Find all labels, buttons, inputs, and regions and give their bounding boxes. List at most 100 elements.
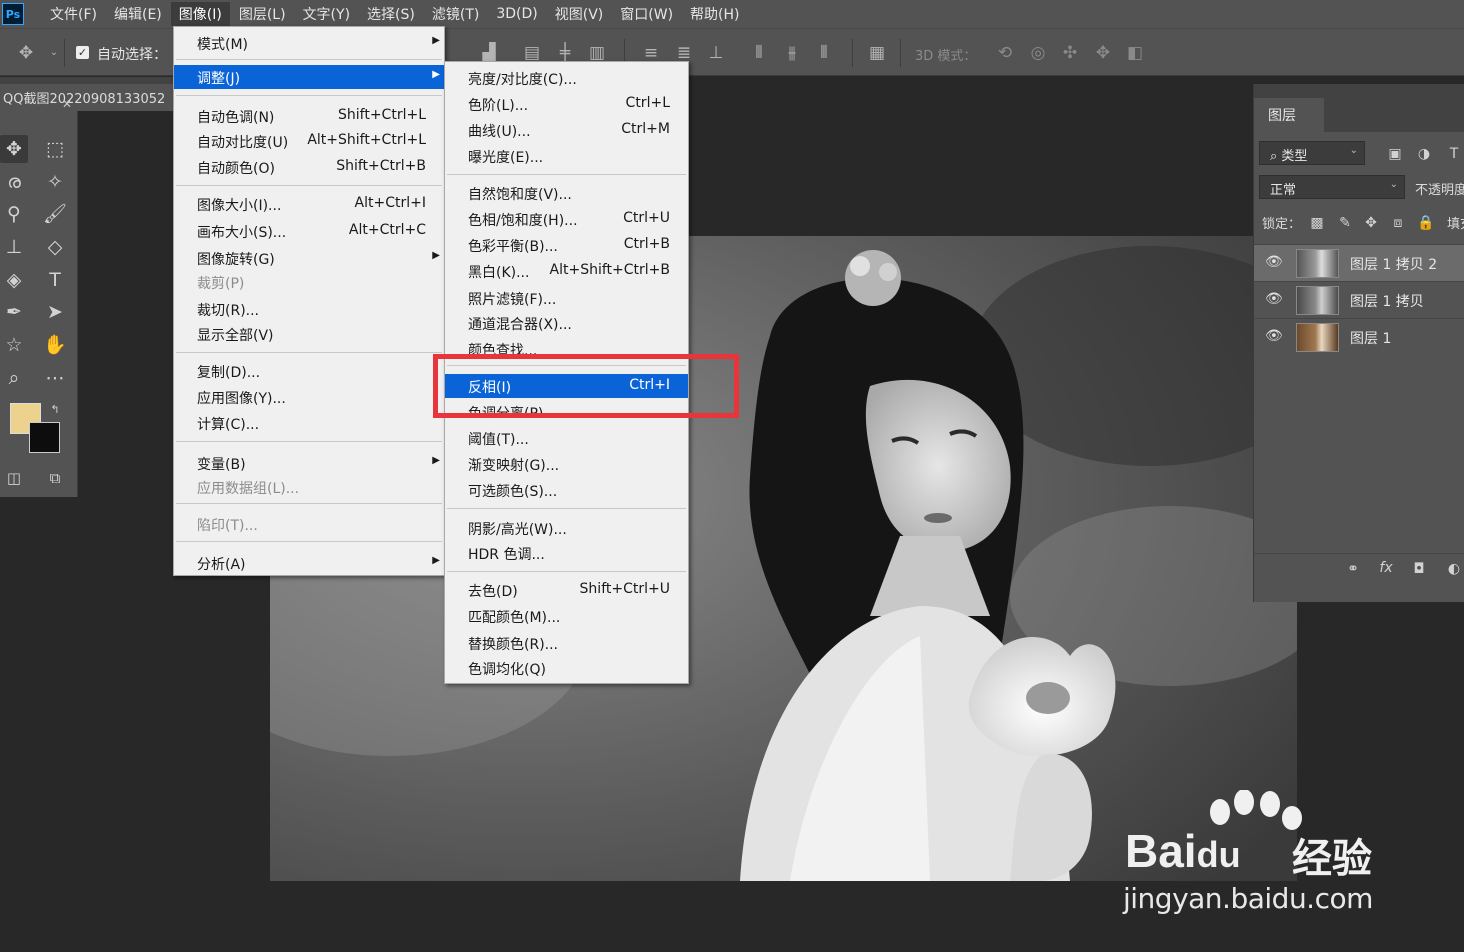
marquee-tool-icon[interactable]: ⬚ [41,135,69,163]
menu-item-reveal-all[interactable]: 显示全部(V) [174,322,444,346]
menu-item-apply-image[interactable]: 应用图像(Y)... [174,385,444,409]
menu-item-auto-tone[interactable]: 自动色调(N) Shift+Ctrl+L [174,104,444,128]
menu-item-color-balance[interactable]: 色彩平衡(B)... Ctrl+B [445,233,688,257]
menu-select[interactable]: 选择(S) [359,2,423,26]
menu-item-selective-color[interactable]: 可选颜色(S)... [445,478,688,502]
menu-item-photo-filter[interactable]: 照片滤镜(F)... [445,286,688,310]
fx-icon[interactable]: fx [1377,559,1395,577]
menu-item-image-size[interactable]: 图像大小(I)... Alt+Ctrl+I [174,192,444,216]
menu-item-vibrance[interactable]: 自然饱和度(V)... [445,181,688,205]
menu-item-calculations[interactable]: 计算(C)... [174,411,444,435]
filter-type-icon[interactable]: T [1445,145,1463,163]
screen-mode-icon[interactable]: ⧉ [41,464,69,492]
add-mask-icon[interactable]: ◘ [1410,560,1428,578]
distribute-right-icon[interactable]: ⫴ [813,42,835,64]
menu-window[interactable]: 窗口(W) [612,2,681,26]
menu-filter[interactable]: 滤镜(T) [424,2,487,26]
paint-bucket-tool-icon[interactable]: ◈ [0,266,28,294]
auto-select-checkbox[interactable]: ✓ [76,46,89,59]
more-tools-icon[interactable]: ⋯ [41,364,69,392]
lock-position-icon[interactable]: ✥ [1362,214,1380,232]
move-tool-preset-icon[interactable]: ✥ [15,42,37,64]
distribute-left-icon[interactable]: ⫴ [748,42,770,64]
menu-item-channel-mixer[interactable]: 通道混合器(X)... [445,311,688,335]
menu-item-adjustments[interactable]: 调整(J) ▶ [174,65,444,89]
menu-item-apply-data-set[interactable]: 应用数据组(L)... [174,475,444,499]
menu-3d[interactable]: 3D(D) [488,4,545,24]
menu-item-shadows-highlights[interactable]: 阴影/高光(W)... [445,516,688,540]
menu-item-replace-color[interactable]: 替换颜色(R)... [445,631,688,655]
menu-item-crop[interactable]: 裁剪(P) [174,270,444,294]
stamp-tool-icon[interactable]: ⊥ [0,233,28,261]
menu-item-image-rotation[interactable]: 图像旋转(G) ▶ [174,246,444,270]
menu-item-levels[interactable]: 色阶(L)... Ctrl+L [445,92,688,116]
menu-item-variables[interactable]: 变量(B) ▶ [174,451,444,475]
menu-item-black-white[interactable]: 黑白(K)... Alt+Shift+Ctrl+B [445,259,688,283]
quick-mask-icon[interactable]: ◫ [0,464,28,492]
lock-artboard-icon[interactable]: ⧈ [1389,214,1407,232]
filter-pixel-icon[interactable]: ▣ [1386,145,1404,163]
menu-type[interactable]: 文字(Y) [295,2,358,26]
distribute-bottom-icon[interactable]: ⊥ [705,42,727,64]
pen-tool-icon[interactable]: ✒ [0,298,28,326]
menu-item-exposure[interactable]: 曝光度(E)... [445,144,688,168]
shape-tool-icon[interactable]: ☆ [0,331,28,359]
menu-item-match-color[interactable]: 匹配颜色(M)... [445,604,688,628]
menu-image[interactable]: 图像(I) [170,2,230,26]
layer-row[interactable]: 👁 图层 1 [1254,318,1464,355]
menu-item-hdr-toning[interactable]: HDR 色调... [445,541,688,565]
menu-item-gradient-map[interactable]: 渐变映射(G)... [445,452,688,476]
menu-item-mode[interactable]: 模式(M) ▶ [174,31,444,55]
move-tool-icon[interactable]: ✥ [0,135,28,163]
menu-view[interactable]: 视图(V) [547,2,612,26]
menu-item-analysis[interactable]: 分析(A) ▶ [174,551,444,575]
menu-item-auto-color[interactable]: 自动颜色(O) Shift+Ctrl+B [174,155,444,179]
layer-row[interactable]: 👁 图层 1 拷贝 2 [1254,244,1464,281]
3d-slide-icon[interactable]: ✥ [1092,42,1114,64]
blend-mode-select[interactable]: 正常 ⌄ [1259,175,1405,199]
layer-row[interactable]: 👁 图层 1 拷贝 [1254,281,1464,318]
3d-roll-icon[interactable]: ◎ [1027,42,1049,64]
menu-item-equalize[interactable]: 色调均化(Q) [445,656,688,680]
close-icon[interactable]: ✕ [62,97,72,111]
link-layers-icon[interactable]: ⚭ [1344,560,1362,578]
3d-scale-icon[interactable]: ◧ [1124,42,1146,64]
auto-align-icon[interactable]: ▦ [866,42,888,64]
menu-item-auto-contrast[interactable]: 自动对比度(U) Alt+Shift+Ctrl+L [174,129,444,153]
3d-pan-icon[interactable]: ✣ [1059,42,1081,64]
menu-item-brightness-contrast[interactable]: 亮度/对比度(C)... [445,66,688,90]
chevron-down-icon[interactable]: ⌄ [43,42,65,64]
menu-item-hue-saturation[interactable]: 色相/饱和度(H)... Ctrl+U [445,207,688,231]
menu-item-threshold[interactable]: 阈值(T)... [445,426,688,450]
layer-filter-select[interactable]: ⌕ 类型 ⌄ [1259,141,1365,165]
type-tool-icon[interactable]: T [41,266,69,294]
menu-edit[interactable]: 编辑(E) [106,2,170,26]
new-adjustment-layer-icon[interactable]: ◐ [1445,560,1463,578]
lock-image-icon[interactable]: ✎ [1336,214,1354,232]
3d-orbit-icon[interactable]: ⟲ [994,42,1016,64]
menu-item-duplicate[interactable]: 复制(D)... [174,359,444,383]
filter-adjustment-icon[interactable]: ◑ [1415,145,1433,163]
lock-transparent-icon[interactable]: ▩ [1308,214,1326,232]
menu-item-curves[interactable]: 曲线(U)... Ctrl+M [445,118,688,142]
path-select-tool-icon[interactable]: ➤ [41,298,69,326]
visibility-eye-icon[interactable]: 👁 [1265,291,1283,307]
eraser-tool-icon[interactable]: ◇ [41,233,69,261]
lasso-tool-icon[interactable]: ര [0,168,28,196]
hand-tool-icon[interactable]: ✋ [41,331,69,359]
document-tab[interactable]: QQ截图20220908133052 [0,84,178,111]
background-color-swatch[interactable] [29,422,60,453]
menu-item-desaturate[interactable]: 去色(D) Shift+Ctrl+U [445,578,688,602]
eyedropper-tool-icon[interactable]: ⚲ [0,200,28,228]
menu-item-trap[interactable]: 陷印(T)... [174,512,444,536]
brush-tool-icon[interactable]: 🖌 [41,200,69,228]
swap-colors-icon[interactable]: ↰ [41,396,69,424]
menu-item-trim[interactable]: 裁切(R)... [174,297,444,321]
menu-help[interactable]: 帮助(H) [682,2,747,26]
lock-all-icon[interactable]: 🔒 [1417,214,1435,232]
visibility-eye-icon[interactable]: 👁 [1265,254,1283,270]
menu-file[interactable]: 文件(F) [42,2,105,26]
menu-layer[interactable]: 图层(L) [231,2,294,26]
visibility-eye-icon[interactable]: 👁 [1265,328,1283,344]
distribute-center-icon[interactable]: ⫵ [781,42,803,64]
